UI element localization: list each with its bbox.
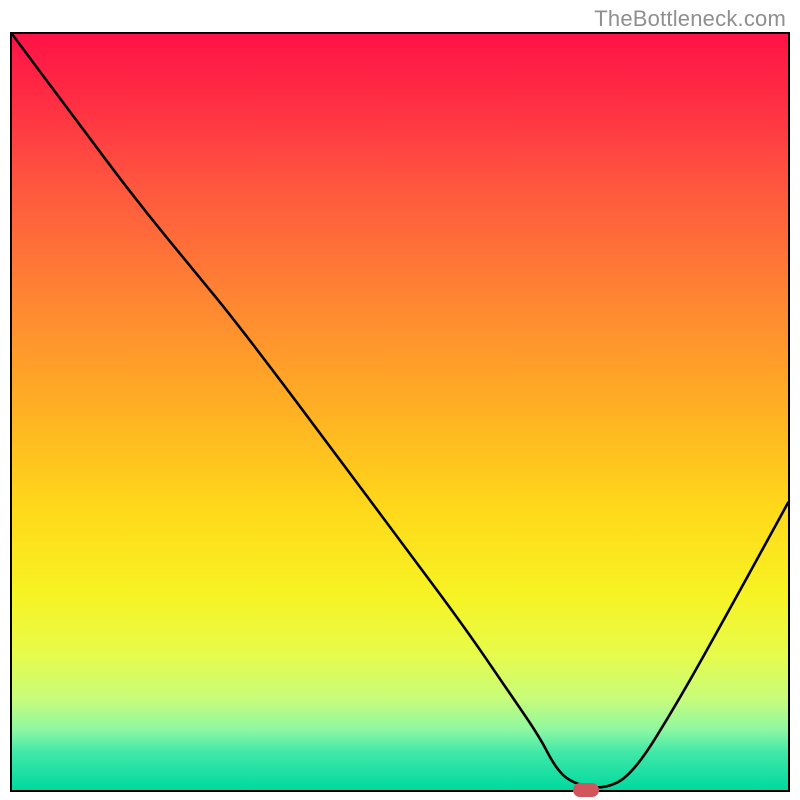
plot-area (12, 34, 788, 790)
chart-stage: TheBottleneck.com (0, 0, 800, 800)
curve-svg (12, 34, 788, 790)
optimum-marker (573, 783, 599, 797)
watermark-label: TheBottleneck.com (594, 6, 786, 32)
plot-frame (10, 32, 790, 792)
curve-path (12, 34, 788, 787)
